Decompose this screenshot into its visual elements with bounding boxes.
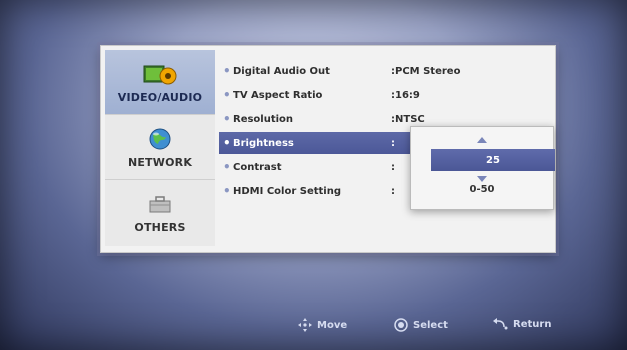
category-label: OTHERS <box>134 220 186 234</box>
hint-return-label: Return <box>513 318 552 330</box>
brightness-value[interactable]: 25 <box>431 149 555 171</box>
category-sidebar: VIDEO/AUDIO NETWORK OTHERS <box>105 50 215 246</box>
setting-value: :16:9 <box>391 89 420 101</box>
setting-label: TV Aspect Ratio <box>233 89 323 101</box>
bullet-icon: • <box>223 112 231 126</box>
setting-row-digital-audio-out[interactable]: • Digital Audio Out :PCM Stereo <box>219 60 551 82</box>
hint-move: Move <box>298 318 347 332</box>
hint-select: Select <box>394 318 448 332</box>
video-audio-icon <box>142 61 178 87</box>
bullet-icon: • <box>223 184 231 198</box>
setting-label: HDMI Color Setting <box>233 185 341 197</box>
select-button-icon <box>394 318 408 332</box>
arrow-up-icon[interactable] <box>477 137 487 143</box>
bullet-icon: • <box>223 88 231 102</box>
setting-label: Resolution <box>233 113 294 125</box>
category-others[interactable]: OTHERS <box>105 180 215 244</box>
brightness-range: 0-50 <box>469 184 495 195</box>
dpad-icon <box>298 318 312 332</box>
category-label: VIDEO/AUDIO <box>117 90 203 104</box>
return-arrow-icon <box>492 318 508 330</box>
bullet-icon: • <box>223 136 231 150</box>
setting-label: Digital Audio Out <box>233 65 330 77</box>
hint-move-label: Move <box>317 319 348 331</box>
toolbox-icon <box>147 191 173 217</box>
button-hints: Move Select Return <box>0 318 627 336</box>
globe-icon <box>147 126 173 152</box>
setting-value: :PCM Stereo <box>391 65 461 77</box>
category-video-audio[interactable]: VIDEO/AUDIO <box>105 50 215 115</box>
category-network[interactable]: NETWORK <box>105 115 215 180</box>
brightness-adjust-popup: 25 0-50 <box>410 126 555 210</box>
bullet-icon: • <box>223 160 231 174</box>
bullet-icon: • <box>223 64 231 78</box>
setting-row-tv-aspect-ratio[interactable]: • TV Aspect Ratio :16:9 <box>219 84 551 106</box>
setting-label: Brightness <box>233 137 294 149</box>
arrow-down-icon[interactable] <box>477 176 487 182</box>
hint-select-label: Select <box>413 319 448 331</box>
category-label: NETWORK <box>127 155 193 169</box>
setting-label: Contrast <box>233 161 282 173</box>
hint-return: Return <box>492 318 551 330</box>
setting-value: :NTSC <box>391 113 425 125</box>
